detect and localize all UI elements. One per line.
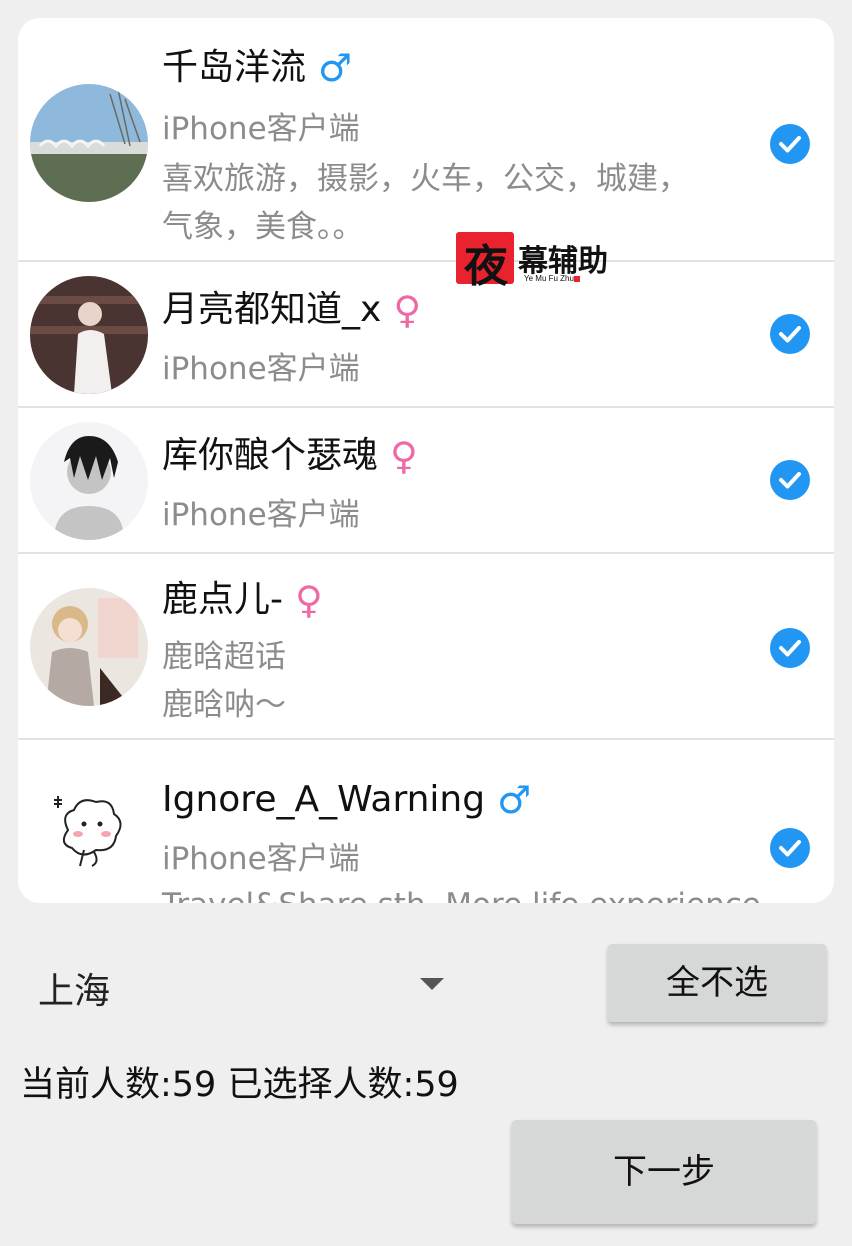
- friend-bio-continued: 气象，美食。。: [162, 209, 364, 245]
- check-icon[interactable]: [770, 314, 810, 354]
- friend-source: iPhone客户端: [162, 841, 360, 877]
- list-item[interactable]: 鹿点儿- ♀ 鹿晗超话 鹿晗呐～: [18, 554, 834, 740]
- check-icon[interactable]: [770, 460, 810, 500]
- friend-name: 千岛洋流 ♂: [162, 46, 352, 90]
- check-icon[interactable]: [770, 124, 810, 164]
- friend-source: 鹿晗超话: [162, 639, 286, 675]
- next-step-button[interactable]: 下一步: [512, 1120, 816, 1224]
- watermark-subtext: Ye Mu Fu Zhu: [524, 274, 574, 283]
- friend-bio: 喜欢旅游，摄影，火车，公交，城建，: [162, 161, 689, 197]
- watermark-dot: [574, 276, 580, 282]
- friend-bio: 鹿晗呐～: [162, 687, 286, 723]
- friend-name: 月亮都知道_x ♀: [162, 288, 421, 332]
- friend-name-text: 月亮都知道_x: [162, 289, 382, 330]
- friend-source: iPhone客户端: [162, 497, 360, 533]
- female-icon: ♀: [393, 288, 422, 332]
- deselect-all-button[interactable]: 全不选: [608, 944, 826, 1022]
- watermark-char: 夜: [464, 241, 508, 292]
- friend-name-text: 库你酿个瑟魂: [162, 435, 379, 476]
- friend-name: Ignore_A_Warning ♂: [162, 778, 531, 822]
- avatar: [30, 276, 148, 394]
- watermark-logo: 夜 幕辅助 Ye Mu Fu Zhu: [456, 230, 636, 292]
- friend-name-text: Ignore_A_Warning: [162, 779, 486, 820]
- city-dropdown[interactable]: 上海: [20, 950, 460, 1020]
- friend-name: 库你酿个瑟魂 ♀: [162, 434, 418, 478]
- selection-count: 当前人数:59 已选择人数:59: [20, 1065, 459, 1105]
- city-selected-value: 上海: [38, 971, 111, 1012]
- friend-bio: Travel&Share sth. More life experience: [162, 880, 761, 903]
- friend-name-text: 千岛洋流: [162, 47, 307, 88]
- list-item[interactable]: Ignore_A_Warning ♂ iPhone客户端 Travel&Share…: [18, 740, 834, 903]
- friend-name-text: 鹿点儿-: [162, 579, 283, 620]
- avatar: [30, 84, 148, 202]
- friend-source: iPhone客户端: [162, 111, 360, 147]
- friend-name: 鹿点儿- ♀: [162, 578, 323, 622]
- list-item[interactable]: 千岛洋流 ♂ iPhone客户端 喜欢旅游，摄影，火车，公交，城建， 气象，美食。…: [18, 18, 834, 262]
- friend-source: iPhone客户端: [162, 351, 360, 387]
- avatar: [30, 422, 148, 540]
- avatar: [30, 770, 148, 888]
- avatar: [30, 588, 148, 706]
- list-item[interactable]: 库你酿个瑟魂 ♀ iPhone客户端: [18, 408, 834, 554]
- friend-list[interactable]: 千岛洋流 ♂ iPhone客户端 喜欢旅游，摄影，火车，公交，城建， 气象，美食。…: [18, 18, 834, 903]
- female-icon: ♀: [295, 578, 323, 622]
- male-icon: ♂: [497, 778, 532, 822]
- male-icon: ♂: [318, 46, 353, 90]
- check-icon[interactable]: [770, 628, 810, 668]
- list-item[interactable]: 月亮都知道_x ♀ iPhone客户端: [18, 262, 834, 408]
- check-icon[interactable]: [770, 828, 810, 868]
- female-icon: ♀: [390, 434, 418, 478]
- caret-down-icon[interactable]: [420, 978, 444, 990]
